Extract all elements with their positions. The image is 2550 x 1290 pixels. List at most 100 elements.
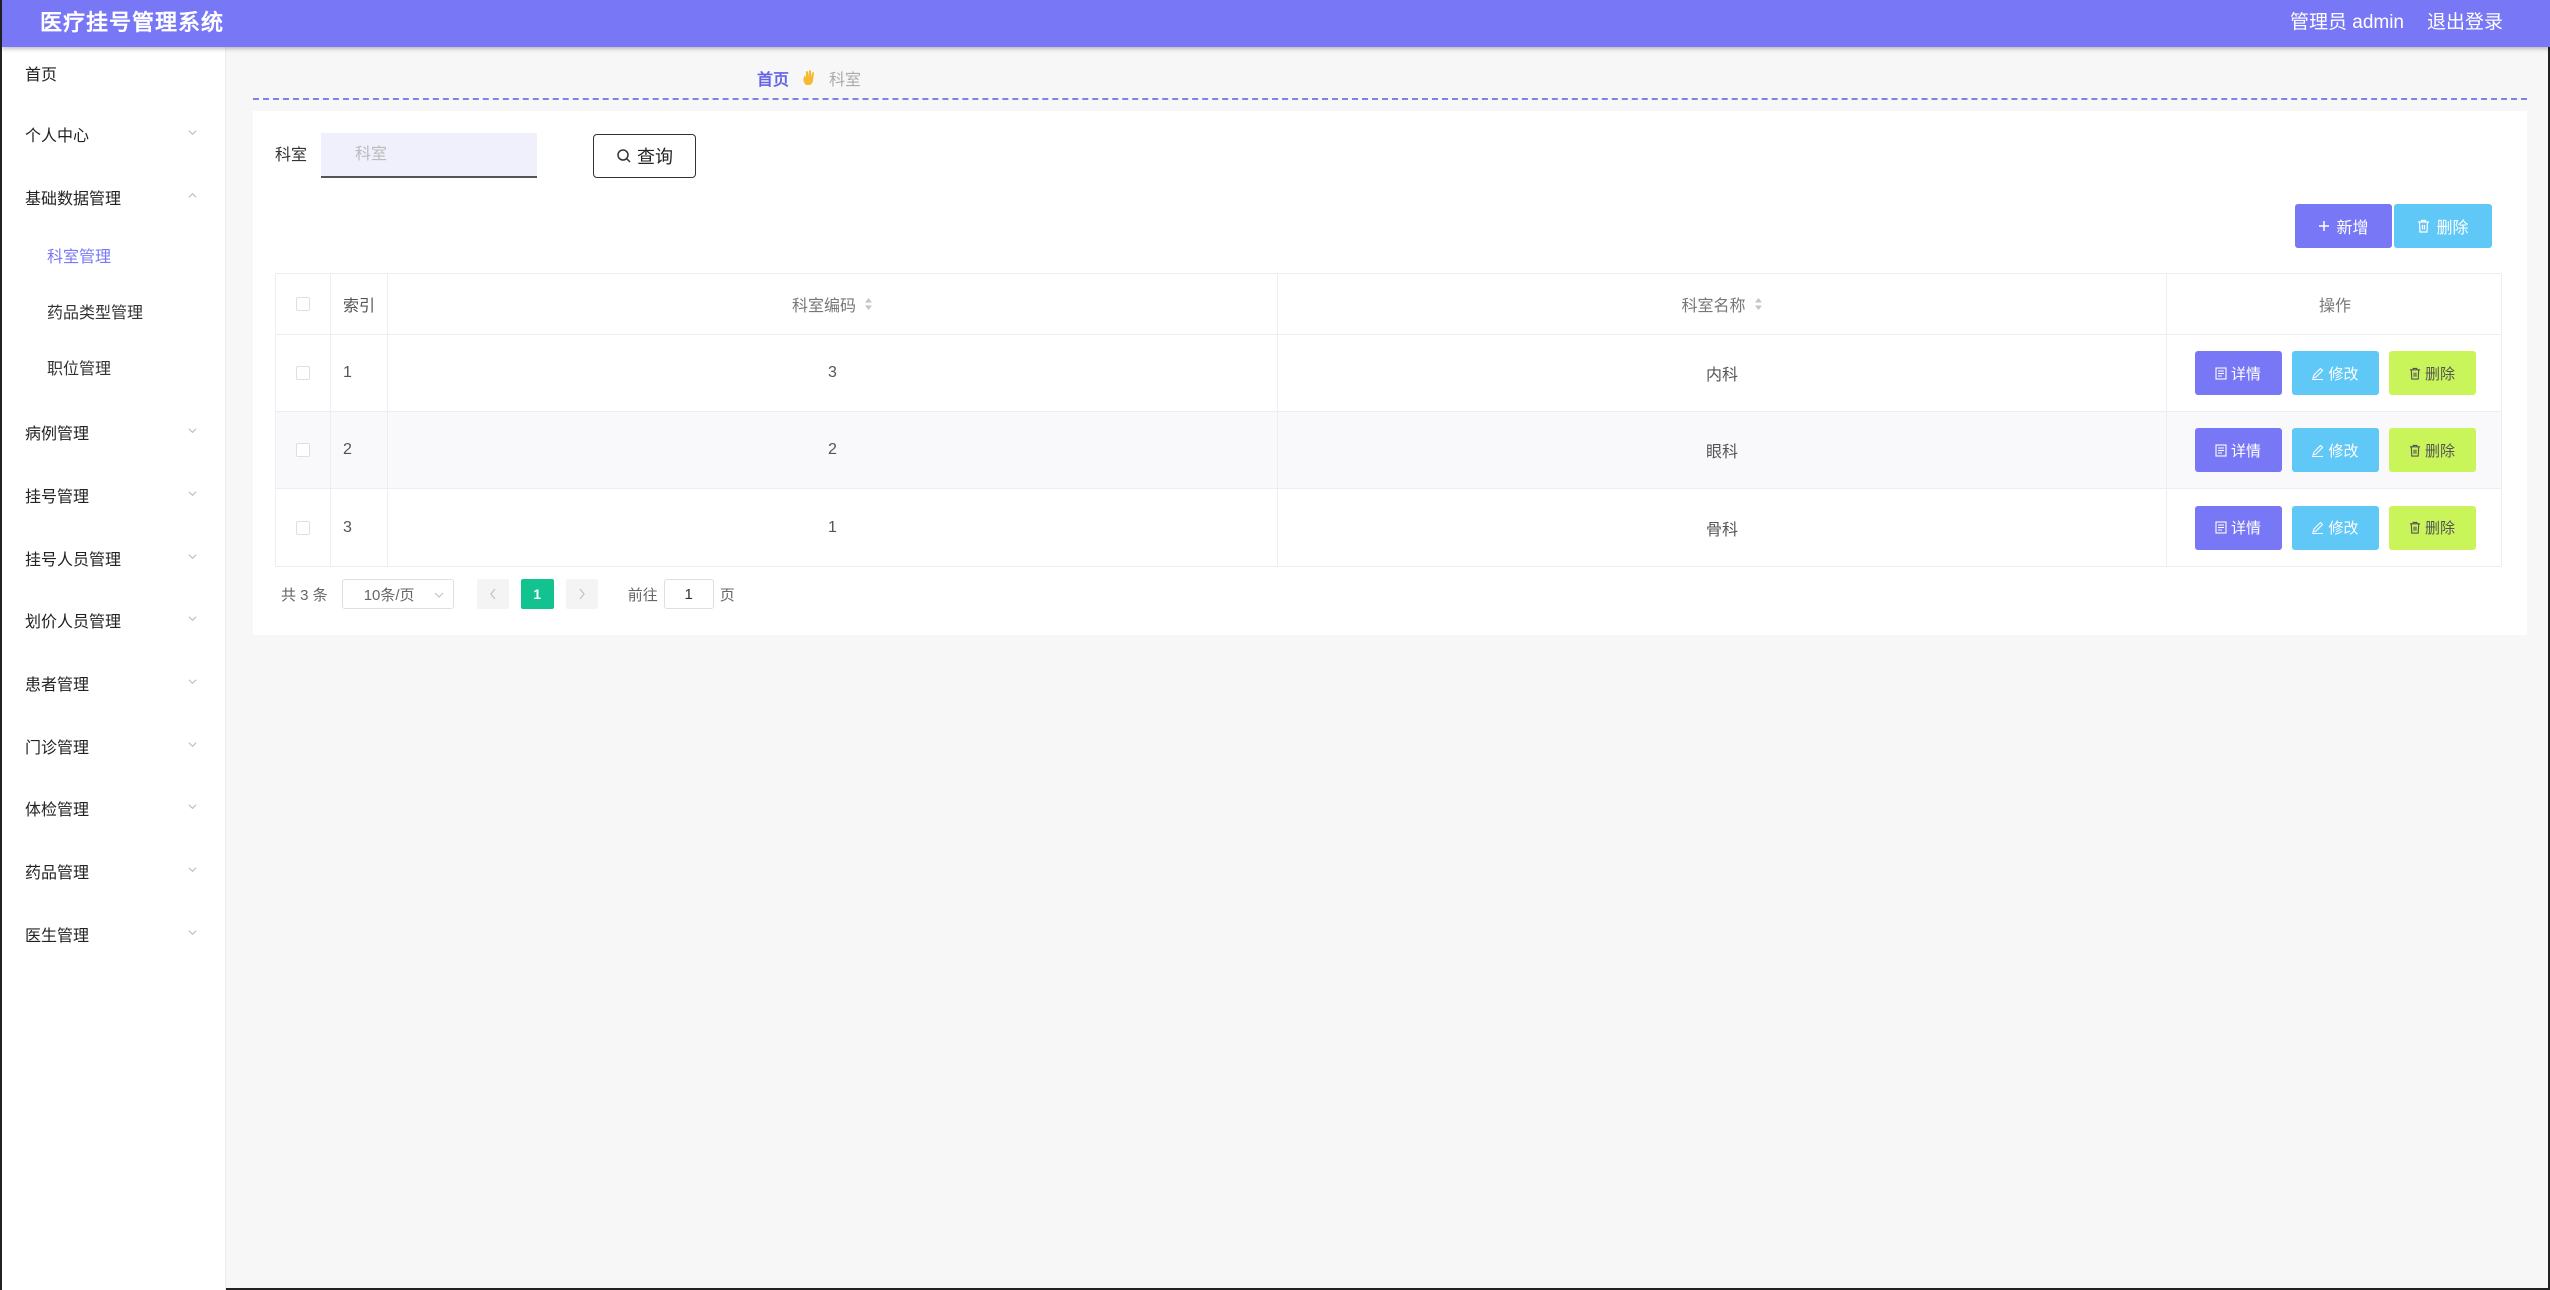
sidebar-item-position[interactable]: 职位管理 [2, 341, 226, 393]
row-index: 3 [331, 489, 388, 566]
sidebar-item-outpatient[interactable]: 门诊管理 [2, 720, 226, 772]
chevron-down-icon [188, 491, 197, 497]
header-ops: 操作 [2318, 298, 2351, 315]
breadcrumb-home[interactable]: 首页 [757, 66, 789, 90]
chevron-down-icon [188, 616, 197, 622]
detail-button[interactable]: 详情 [2194, 505, 2282, 550]
department-search-input[interactable] [321, 133, 537, 178]
sidebar-item-registration[interactable]: 挂号管理 [2, 469, 226, 521]
sidebar-item-label: 首页 [25, 67, 58, 84]
sidebar-item-label: 病例管理 [25, 426, 90, 443]
trash-icon [2409, 367, 2421, 380]
add-button[interactable]: 新增 [2295, 204, 2392, 248]
page-suffix: 页 [719, 586, 735, 604]
page-size-value: 10条/页 [363, 586, 415, 604]
delete-button[interactable]: 删除 [2388, 505, 2476, 550]
sidebar-item-personal-center[interactable]: 个人中心 [2, 108, 226, 160]
document-icon [2215, 521, 2227, 534]
row-select-cell [276, 335, 331, 411]
sidebar-item-label: 基础数据管理 [25, 191, 122, 208]
top-header: 医疗挂号管理系统 管理员 admin 退出登录 [2, 0, 2550, 47]
batch-delete-button-label: 删除 [2436, 220, 2469, 237]
chevron-down-icon [188, 804, 197, 810]
sort-icon[interactable] [1754, 297, 1763, 311]
page-size-select[interactable]: 10条/页 [341, 579, 454, 609]
query-button-label: 查询 [637, 147, 673, 167]
sidebar-item-label: 体检管理 [25, 802, 90, 819]
hand-icon [803, 70, 815, 85]
table-row: 1 3 内科 详情 修改 删除 [276, 335, 2501, 412]
row-code: 1 [388, 489, 1278, 566]
delete-button[interactable]: 删除 [2388, 351, 2476, 395]
sidebar-item-department[interactable]: 科室管理 [2, 229, 226, 281]
search-label: 科室 [275, 147, 308, 164]
row-checkbox[interactable] [296, 443, 310, 457]
edit-button-label: 修改 [2328, 365, 2359, 383]
main-content: 首页 科室 科室 查询 新增 删除 索引 [227, 47, 2550, 1290]
sidebar-item-pricing-staff[interactable]: 划价人员管理 [2, 594, 226, 646]
table-row: 2 2 眼科 详情 修改 删除 [276, 412, 2501, 489]
detail-button-label: 详情 [2230, 442, 2261, 460]
chevron-right-icon [579, 588, 585, 600]
row-checkbox[interactable] [296, 520, 310, 535]
sidebar-item-registration-staff[interactable]: 挂号人员管理 [2, 532, 226, 584]
edit-button[interactable]: 修改 [2291, 428, 2379, 472]
sidebar-item-label: 个人中心 [25, 128, 90, 145]
page-number-active[interactable]: 1 [520, 579, 554, 609]
row-select-cell [276, 489, 331, 566]
sort-icon[interactable] [864, 297, 873, 311]
table-row: 3 1 骨科 详情 修改 删除 [276, 489, 2501, 566]
table-header-row: 索引 科室编码 科室名称 操作 [276, 274, 2501, 335]
sidebar-item-label: 职位管理 [47, 361, 112, 378]
logout-link[interactable]: 退出登录 [2427, 10, 2503, 36]
detail-button[interactable]: 详情 [2194, 351, 2282, 395]
sidebar-item-label: 挂号人员管理 [25, 552, 122, 569]
sidebar-item-case[interactable]: 病例管理 [2, 406, 226, 458]
sidebar-item-doctor[interactable]: 医生管理 [2, 908, 226, 960]
sidebar-item-label: 患者管理 [25, 677, 90, 694]
chevron-down-icon [188, 428, 197, 434]
department-table: 索引 科室编码 科室名称 操作 1 3 内科 详情 修改 删除 2 2 眼科 详… [275, 273, 2502, 567]
sidebar-item-label: 挂号管理 [25, 489, 90, 506]
edit-button-label: 修改 [2328, 442, 2359, 460]
sidebar-item-drug[interactable]: 药品管理 [2, 845, 226, 897]
edit-button[interactable]: 修改 [2291, 505, 2379, 550]
sidebar-item-home[interactable]: 首页 [2, 47, 226, 99]
plus-icon [2319, 221, 2330, 231]
pagination: 共 3 条 10条/页 1 前往 页 [281, 579, 735, 609]
next-page-button[interactable] [565, 579, 598, 609]
chevron-left-icon [489, 588, 496, 600]
sidebar-item-basic-data[interactable]: 基础数据管理 [2, 171, 226, 223]
detail-button-label: 详情 [2230, 520, 2261, 537]
select-all-checkbox[interactable] [296, 297, 310, 311]
sidebar-item-checkup[interactable]: 体检管理 [2, 782, 226, 834]
goto-page-input[interactable] [663, 579, 714, 609]
chevron-down-icon [188, 867, 197, 873]
pencil-icon [2312, 444, 2324, 457]
sidebar-item-drug-type[interactable]: 药品类型管理 [2, 285, 226, 337]
row-checkbox[interactable] [296, 366, 310, 380]
row-name: 内科 [1278, 335, 2167, 411]
header-name[interactable]: 科室名称 [1278, 274, 2167, 334]
batch-delete-button[interactable]: 删除 [2394, 204, 2492, 248]
row-index: 2 [331, 412, 388, 488]
sidebar-item-label: 科室管理 [47, 249, 112, 266]
detail-button[interactable]: 详情 [2194, 428, 2282, 472]
sidebar-item-label: 门诊管理 [25, 740, 90, 757]
prev-page-button[interactable] [476, 579, 509, 609]
delete-button[interactable]: 删除 [2388, 428, 2476, 472]
header-code[interactable]: 科室编码 [388, 274, 1278, 334]
breadcrumb: 首页 科室 [757, 66, 861, 90]
pagination-total: 共 3 条 [281, 586, 328, 604]
current-user: 管理员 admin [2289, 12, 2404, 33]
breadcrumb-current: 科室 [829, 72, 862, 89]
sidebar-item-patient[interactable]: 患者管理 [2, 657, 226, 709]
search-icon [617, 149, 631, 163]
query-button[interactable]: 查询 [593, 134, 696, 178]
header-code-label: 科室编码 [791, 298, 856, 315]
sidebar-menu: 首页 个人中心 基础数据管理 科室管理 药品类型管理 职位管理 病例管理 挂号管… [2, 47, 226, 1290]
trash-icon [2418, 219, 2430, 233]
delete-button-label: 删除 [2424, 365, 2455, 383]
edit-button[interactable]: 修改 [2291, 351, 2379, 395]
chevron-down-icon [188, 554, 197, 560]
